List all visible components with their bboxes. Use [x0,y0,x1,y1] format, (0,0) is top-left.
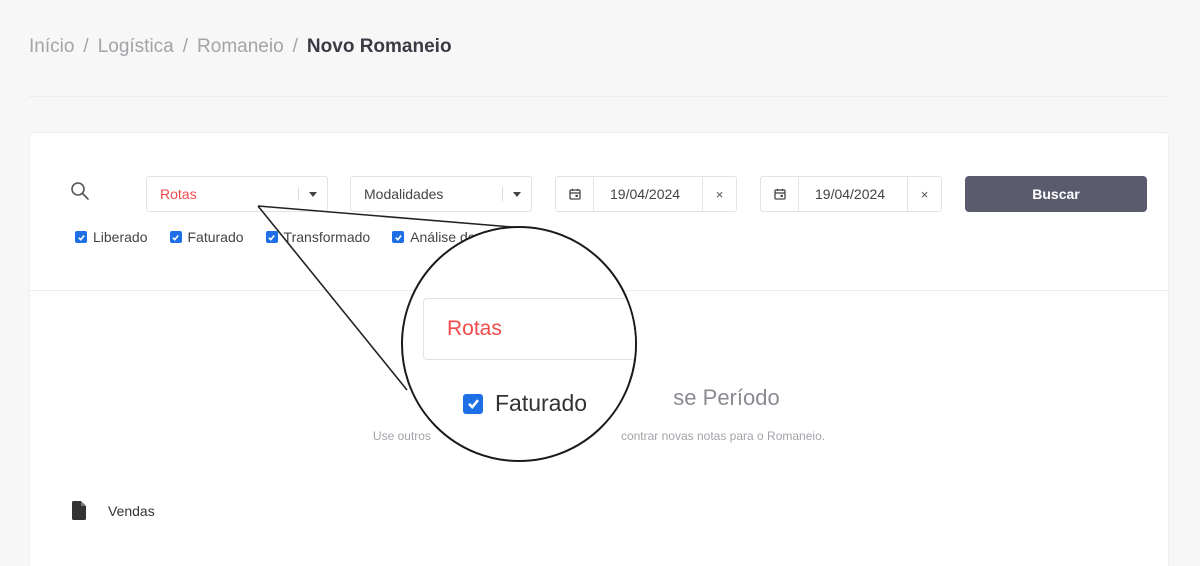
checkbox-checked-icon[interactable] [169,231,182,243]
checkbox-checked-icon[interactable] [392,231,405,243]
date-end-value[interactable]: 19/04/2024 [799,186,907,202]
checkbox-faturado[interactable]: Faturado [169,229,244,245]
vendas-section[interactable]: Vendas [72,501,155,520]
magnified-checkbox-faturado: Faturado [463,390,587,417]
checkbox-label: Transformado [283,229,371,245]
rotas-select[interactable]: Rotas [146,176,328,212]
chevron-down-icon[interactable] [503,191,531,197]
header-divider [29,96,1169,97]
checkbox-label: Liberado [93,229,148,245]
chevron-down-icon[interactable] [299,191,327,197]
status-checkbox-group: Liberado Faturado Transformado Análise d… [75,229,498,245]
modalidades-select-value: Modalidades [364,186,444,202]
date-end-field[interactable]: 19/04/2024 × [760,176,942,212]
empty-state-subtitle: Use outros contrar novas notas para o Rom… [30,429,1168,443]
breadcrumb-separator: / [292,36,298,57]
empty-state-subtitle-right: contrar novas notas para o Romaneio. [620,429,826,443]
search-button[interactable]: Buscar [965,176,1147,212]
calendar-icon[interactable] [761,177,799,211]
document-icon [72,501,86,520]
checkbox-checked-icon[interactable] [265,231,278,243]
breadcrumb-logistica[interactable]: Logística [98,36,174,58]
magnified-rotas-select: Rotas [423,298,635,360]
modalidades-select[interactable]: Modalidades [350,176,532,212]
magnified-rotas-value: Rotas [447,317,502,340]
magnifier-lens: Rotas Faturado [401,226,637,462]
magnified-checkbox-label: Faturado [495,390,588,416]
date-start-value[interactable]: 19/04/2024 [594,186,702,202]
search-icon [71,182,89,200]
breadcrumb-inicio[interactable]: Início [29,36,74,58]
breadcrumb-separator: / [83,36,89,57]
checkbox-liberado[interactable]: Liberado [75,229,148,245]
empty-state-subtitle-left: Use outros [372,429,431,443]
checkbox-checked-icon[interactable] [75,231,87,243]
calendar-icon[interactable] [556,177,594,211]
empty-state-title-text: se Período [673,385,780,410]
clear-date-end-icon[interactable]: × [907,177,941,211]
breadcrumb-separator: / [182,36,189,57]
breadcrumb: Início / Logística / Romaneio / Novo Rom… [29,36,452,58]
breadcrumb-romaneio[interactable]: Romaneio [197,36,284,58]
checkbox-checked-icon [463,393,483,414]
date-start-field[interactable]: 19/04/2024 × [555,176,737,212]
checkbox-label: Faturado [187,229,244,245]
rotas-select-value: Rotas [160,186,197,202]
checkbox-transformado[interactable]: Transformado [265,229,371,245]
breadcrumb-current: Novo Romaneio [306,36,452,57]
clear-date-start-icon[interactable]: × [702,177,736,211]
vendas-label: Vendas [108,502,155,519]
